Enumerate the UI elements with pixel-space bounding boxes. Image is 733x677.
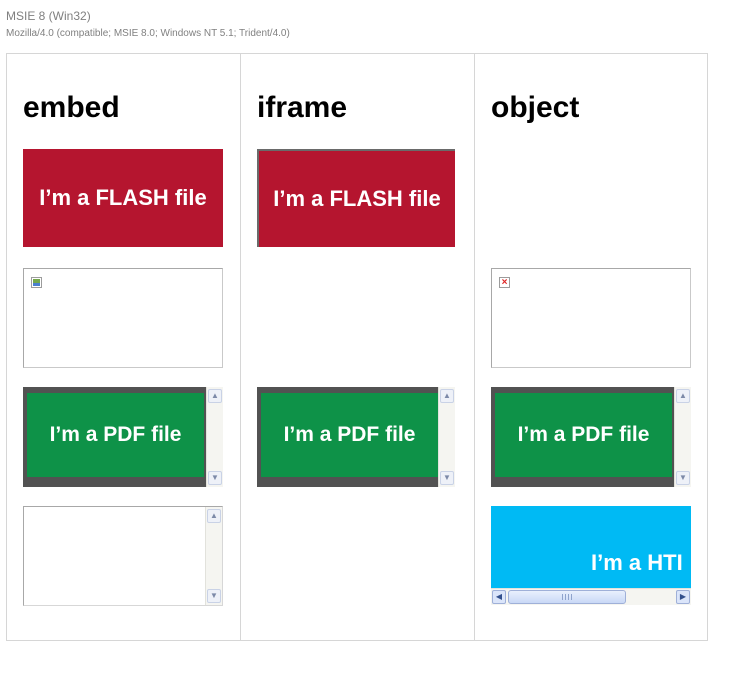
broken-image-icon: [31, 277, 42, 288]
column-heading-object: object: [491, 91, 580, 124]
scroll-down-icon[interactable]: ▼: [440, 471, 454, 485]
scroll-left-icon[interactable]: ◀: [492, 590, 506, 604]
vertical-scrollbar[interactable]: ▲ ▼: [205, 507, 222, 605]
thumb-grip-icon: [562, 594, 572, 600]
flash-label: I’m a FLASH file: [39, 185, 207, 210]
pdf-page: I’m a PDF file: [27, 393, 204, 477]
scroll-down-icon[interactable]: ▼: [676, 471, 690, 485]
scroll-up-icon[interactable]: ▲: [207, 509, 221, 523]
embed-pdf-viewer[interactable]: I’m a PDF file ▲ ▼: [23, 387, 223, 487]
vertical-scrollbar[interactable]: ▲ ▼: [206, 387, 223, 487]
pdf-label: I’m a PDF file: [283, 423, 416, 446]
object-pdf-viewer[interactable]: I’m a PDF file ▲ ▼: [491, 387, 691, 487]
scroll-up-icon[interactable]: ▲: [676, 389, 690, 403]
pdf-page: I’m a PDF file: [495, 393, 672, 477]
object-column: object × I’m a PDF file ▲ ▼ I’m a HTI ◀ …: [474, 53, 708, 641]
scroll-down-icon[interactable]: ▼: [208, 471, 222, 485]
iframe-flash-movie[interactable]: I’m a FLASH file: [257, 149, 455, 247]
scroll-up-icon[interactable]: ▲: [440, 389, 454, 403]
scrollbar-thumb[interactable]: [508, 590, 626, 604]
vertical-scrollbar[interactable]: ▲ ▼: [674, 387, 691, 487]
embed-image-placeholder: [23, 268, 223, 368]
scroll-right-icon[interactable]: ▶: [676, 590, 690, 604]
html-label: I’m a HTI: [591, 550, 683, 575]
iframe-column: iframe I’m a FLASH file I’m a PDF file ▲…: [240, 53, 475, 641]
horizontal-scrollbar[interactable]: ◀ ▶: [491, 588, 691, 605]
pdf-label: I’m a PDF file: [517, 423, 650, 446]
browser-title: MSIE 8 (Win32): [6, 9, 91, 23]
embed-column: embed I’m a FLASH file I’m a PDF file ▲ …: [6, 53, 241, 641]
scroll-down-icon[interactable]: ▼: [207, 589, 221, 603]
object-missing-plugin-placeholder: ×: [491, 268, 691, 368]
pdf-page: I’m a PDF file: [261, 393, 438, 477]
object-html-document[interactable]: I’m a HTI ◀ ▶: [491, 506, 691, 605]
flash-label: I’m a FLASH file: [273, 186, 441, 211]
embed-blank-document[interactable]: ▲ ▼: [23, 506, 223, 606]
embed-flash-movie[interactable]: I’m a FLASH file: [23, 149, 223, 247]
column-heading-iframe: iframe: [257, 91, 348, 124]
vertical-scrollbar[interactable]: ▲ ▼: [438, 387, 455, 487]
column-heading-embed: embed: [23, 91, 120, 124]
scroll-up-icon[interactable]: ▲: [208, 389, 222, 403]
pdf-label: I’m a PDF file: [49, 423, 182, 446]
user-agent-string: Mozilla/4.0 (compatible; MSIE 8.0; Windo…: [6, 28, 290, 39]
iframe-pdf-viewer[interactable]: I’m a PDF file ▲ ▼: [257, 387, 455, 487]
red-x-icon: ×: [499, 277, 510, 288]
